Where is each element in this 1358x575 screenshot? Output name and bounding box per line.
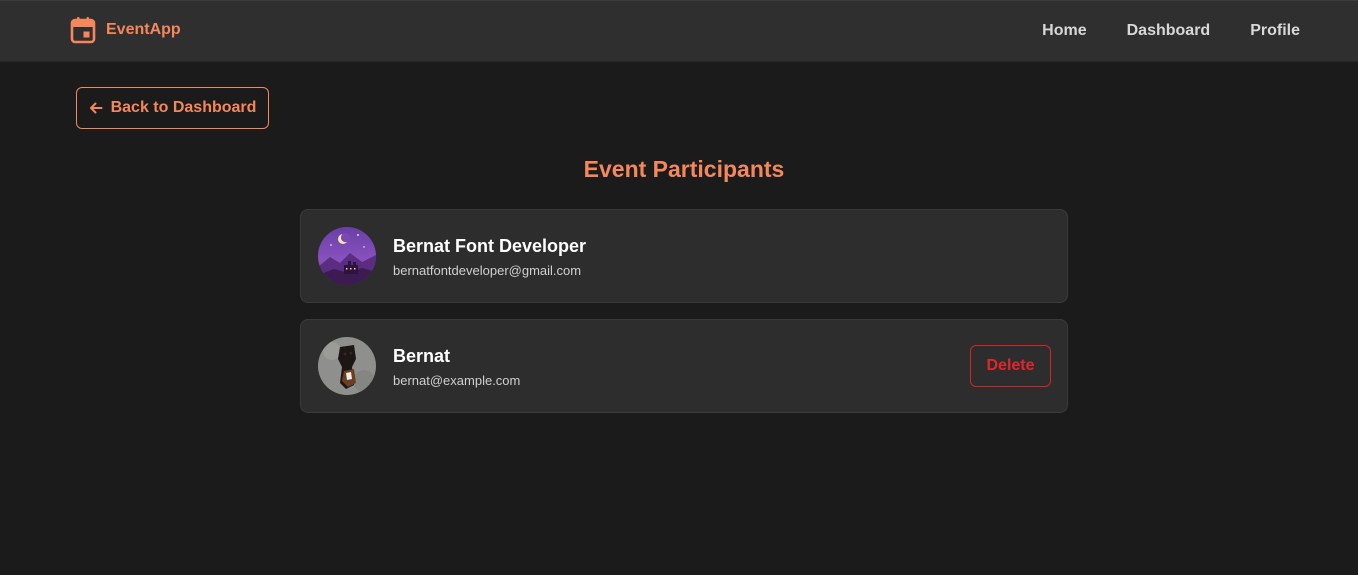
- back-to-dashboard-button[interactable]: Back to Dashboard: [76, 87, 269, 129]
- calendar-icon: [70, 16, 96, 44]
- nav-links: Home Dashboard Profile: [1002, 22, 1300, 40]
- participant-email: bernat@example.com: [393, 373, 521, 388]
- back-button-label: Back to Dashboard: [110, 99, 257, 116]
- navbar: EventApp Home Dashboard Profile: [0, 0, 1358, 62]
- participant-card: Bernat Font Developer bernatfontdevelope…: [300, 209, 1068, 303]
- participant-email: bernatfontdeveloper@gmail.com: [393, 263, 582, 278]
- nav-link-home[interactable]: Home: [1042, 22, 1086, 40]
- arrow-left-icon: [89, 101, 103, 115]
- brand-name: EventApp: [106, 21, 181, 38]
- nav-link-profile[interactable]: Profile: [1250, 22, 1300, 40]
- avatar: [318, 337, 376, 395]
- nav-link-dashboard[interactable]: Dashboard: [1127, 22, 1211, 40]
- avatar: [318, 227, 376, 285]
- delete-participant-button[interactable]: Delete: [970, 345, 1051, 387]
- brand-link[interactable]: EventApp: [70, 16, 181, 44]
- participant-name: Bernat: [393, 346, 451, 366]
- participant-name: Bernat Font Developer: [393, 236, 587, 256]
- page-title: Event Participants: [583, 156, 785, 182]
- participant-card: Bernat bernat@example.com Delete: [300, 319, 1068, 413]
